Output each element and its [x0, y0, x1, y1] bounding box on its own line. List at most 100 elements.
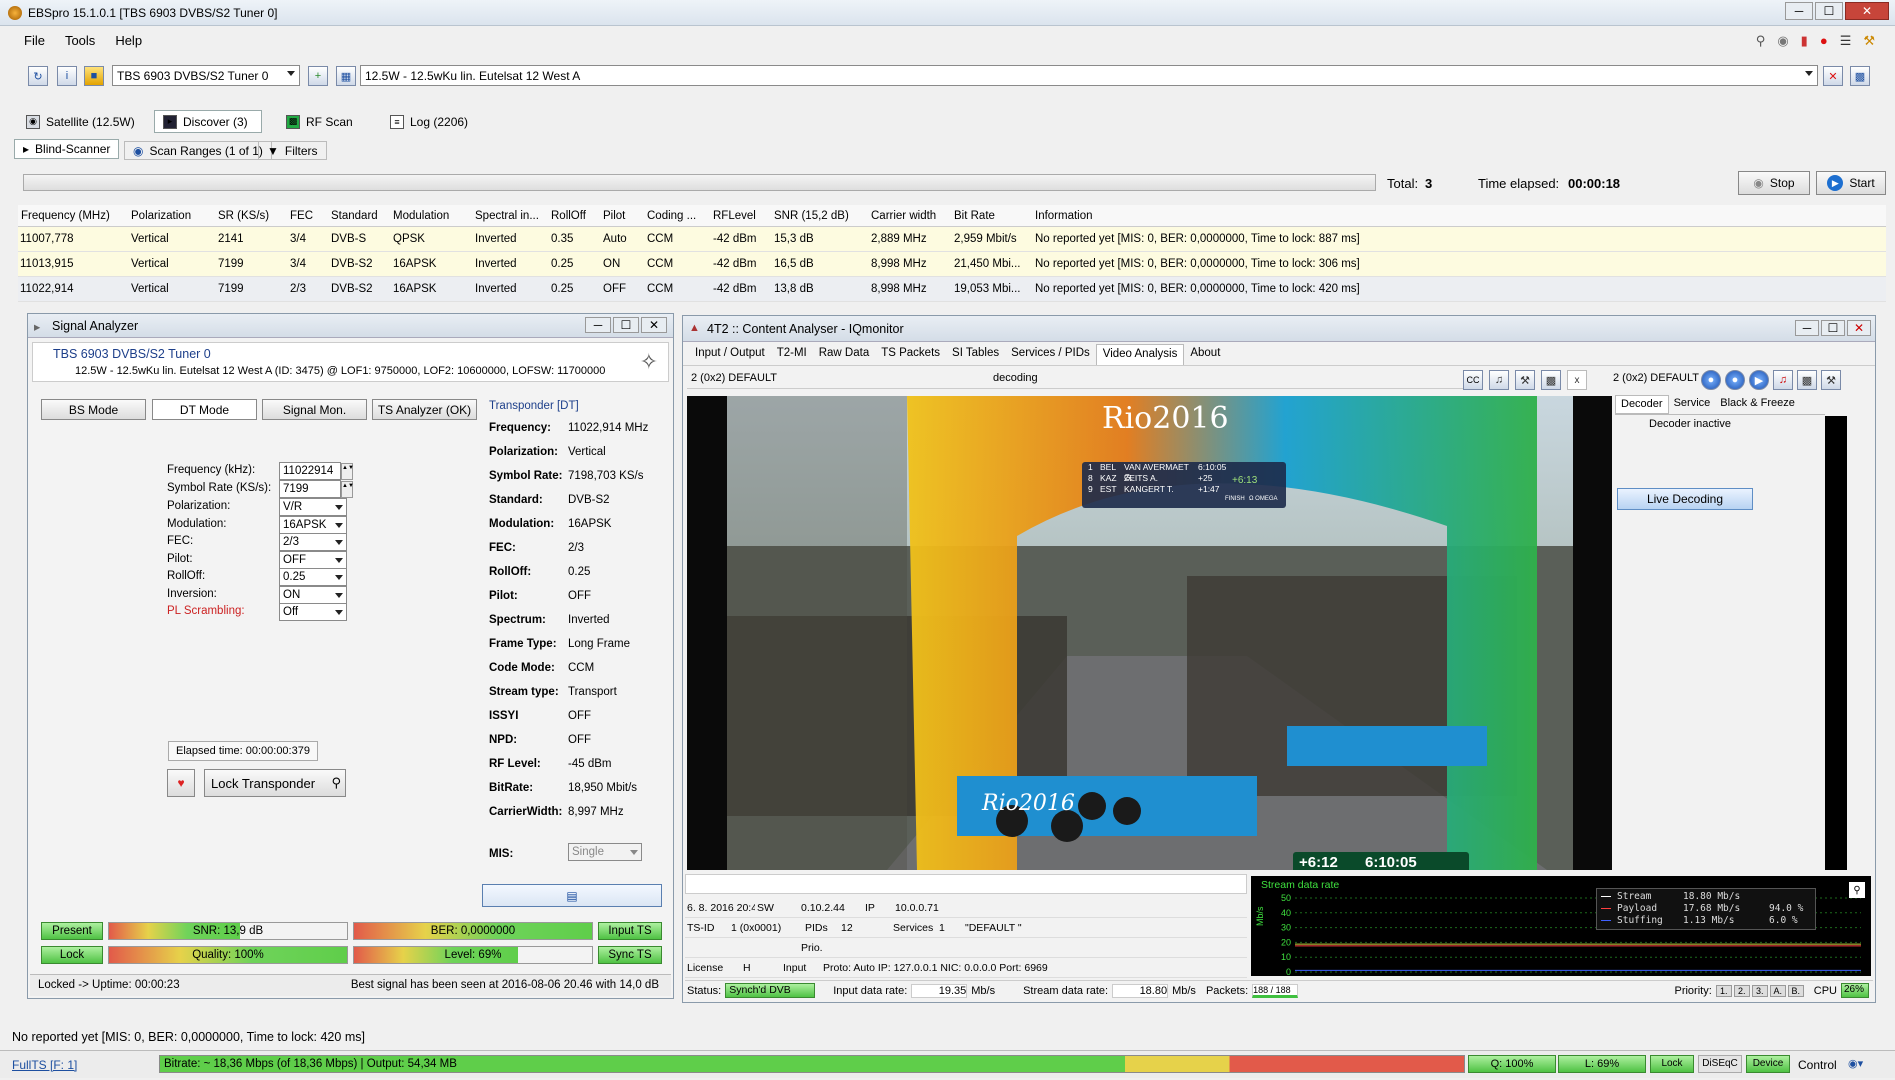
- priority-button[interactable]: 2.: [1733, 984, 1750, 997]
- close-button[interactable]: ✕: [1845, 2, 1889, 20]
- chart-icon[interactable]: ▮: [1801, 33, 1808, 49]
- save-icon[interactable]: ▩: [1850, 66, 1870, 86]
- lock-transponder-button[interactable]: Lock Transponder ⚲: [204, 769, 346, 797]
- heart-icon[interactable]: ♥: [167, 769, 195, 797]
- analyzer-maximize-button[interactable]: ☐: [613, 317, 639, 333]
- col-rolloff[interactable]: RollOff: [548, 210, 600, 222]
- iq-menu-item[interactable]: TS Packets: [875, 344, 946, 365]
- globe2-icon[interactable]: ●: [1725, 370, 1745, 390]
- form-field[interactable]: 2/3: [279, 533, 347, 551]
- bs-mode-button[interactable]: BS Mode: [41, 399, 146, 420]
- settings2-icon[interactable]: ⚒: [1821, 370, 1841, 390]
- fullts-link[interactable]: FullTS [F: 1]: [12, 1058, 77, 1072]
- spinner-icon[interactable]: ▲▼: [341, 463, 354, 480]
- iq-menu-item[interactable]: SI Tables: [946, 344, 1005, 365]
- analyzer-extra-button[interactable]: ▤: [482, 884, 662, 907]
- iq-menu-item[interactable]: Video Analysis: [1095, 344, 1185, 365]
- col-coding[interactable]: Coding ...: [644, 210, 710, 222]
- form-field[interactable]: V/R: [279, 498, 347, 516]
- col-standard[interactable]: Standard: [328, 210, 390, 222]
- add-icon[interactable]: +: [308, 66, 328, 86]
- analyzer-minimize-button[interactable]: ─: [585, 317, 611, 333]
- satellite-settings-icon[interactable]: ▦: [336, 66, 356, 86]
- col-frequency[interactable]: Frequency (MHz): [18, 210, 128, 222]
- screen2-icon[interactable]: ▩: [1797, 370, 1817, 390]
- priority-button[interactable]: B.: [1787, 984, 1804, 997]
- record-icon[interactable]: ●: [1820, 33, 1828, 49]
- minimize-button[interactable]: ─: [1785, 2, 1813, 20]
- settings-icon[interactable]: ⚒: [1515, 370, 1535, 390]
- table-row[interactable]: 11013,915 Vertical 7199 3/4 DVB-S2 16APSK Inve…: [18, 252, 1886, 277]
- priority-button[interactable]: A.: [1769, 984, 1786, 997]
- form-field[interactable]: 0.25: [279, 568, 347, 586]
- iq-menu-item[interactable]: T2-MI: [771, 344, 813, 365]
- lock-icon[interactable]: ■: [84, 66, 104, 86]
- control-dropdown-icon[interactable]: ◉▾: [1848, 1057, 1863, 1070]
- priority-button[interactable]: 1.: [1715, 984, 1732, 997]
- col-polarization[interactable]: Polarization: [128, 210, 215, 222]
- col-carrier-width[interactable]: Carrier width: [868, 210, 951, 222]
- spinner-icon[interactable]: ▲▼: [341, 480, 354, 498]
- list-icon[interactable]: ☰: [1840, 33, 1852, 49]
- satellite-select[interactable]: 12.5W - 12.5wKu lin. Eutelsat 12 West A: [360, 65, 1818, 86]
- tab-decoder[interactable]: Decoder: [1615, 395, 1669, 414]
- form-field[interactable]: OFF: [279, 550, 347, 569]
- maximize-button[interactable]: ☐: [1815, 2, 1843, 20]
- form-field[interactable]: Off: [279, 603, 347, 621]
- menu-help[interactable]: Help: [105, 30, 152, 52]
- menu-tools[interactable]: Tools: [55, 30, 105, 52]
- speaker-icon[interactable]: ♫: [1489, 370, 1509, 390]
- tab-rf-scan[interactable]: ▩ RF Scan: [278, 110, 361, 133]
- live-decoding-button[interactable]: Live Decoding: [1617, 488, 1753, 510]
- col-rflevel[interactable]: RFLevel: [710, 210, 771, 222]
- stop-button[interactable]: ◉ Stop: [1738, 171, 1810, 195]
- tab-black-freeze[interactable]: Black & Freeze: [1715, 395, 1800, 414]
- zoom-icon[interactable]: ⚲: [1849, 882, 1865, 898]
- col-modulation[interactable]: Modulation: [390, 210, 472, 222]
- x-icon[interactable]: x: [1567, 370, 1587, 390]
- tab-filters[interactable]: ▼ Filters: [258, 141, 327, 160]
- iq-close-button[interactable]: ✕: [1847, 320, 1871, 336]
- ts-analyzer-button[interactable]: TS Analyzer (OK): [372, 399, 477, 420]
- iq-minimize-button[interactable]: ─: [1795, 320, 1819, 336]
- globe-icon[interactable]: ●: [1701, 370, 1721, 390]
- col-bitrate[interactable]: Bit Rate: [951, 210, 1032, 222]
- info-icon[interactable]: i: [57, 66, 77, 86]
- tab-log[interactable]: ≡ Log (2206): [382, 110, 476, 133]
- dish-icon[interactable]: ◉: [1777, 33, 1788, 49]
- start-button[interactable]: ▶ Start: [1816, 171, 1886, 195]
- screen-icon[interactable]: ▩: [1541, 370, 1561, 390]
- mute-icon[interactable]: ♫: [1773, 370, 1793, 390]
- cc-icon[interactable]: CC: [1463, 370, 1483, 390]
- table-row[interactable]: 11022,914 Vertical 7199 2/3 DVB-S2 16APSK Inve…: [18, 277, 1886, 302]
- control-label[interactable]: Control: [1798, 1058, 1837, 1072]
- col-snr[interactable]: SNR (15,2 dB): [771, 210, 868, 222]
- col-information[interactable]: Information: [1032, 210, 1532, 222]
- search-icon[interactable]: ⚲: [1756, 33, 1766, 49]
- dt-mode-button[interactable]: DT Mode: [152, 399, 257, 420]
- menu-file[interactable]: File: [14, 30, 55, 52]
- col-spectral[interactable]: Spectral in...: [472, 210, 548, 222]
- table-row[interactable]: 11007,778 Vertical 2141 3/4 DVB-S QPSK Inverte…: [18, 227, 1886, 252]
- refresh-icon[interactable]: ↻: [28, 66, 48, 86]
- col-pilot[interactable]: Pilot: [600, 210, 644, 222]
- mis-select[interactable]: Single: [568, 843, 642, 861]
- iq-maximize-button[interactable]: ☐: [1821, 320, 1845, 336]
- iq-menu-item[interactable]: Services / PIDs: [1005, 344, 1096, 365]
- form-field[interactable]: 16APSK: [279, 515, 347, 534]
- priority-button[interactable]: 3.: [1751, 984, 1768, 997]
- signal-mon-button[interactable]: Signal Mon.: [262, 399, 367, 420]
- iq-menu-item[interactable]: About: [1184, 344, 1226, 365]
- iq-menu-item[interactable]: Input / Output: [689, 344, 771, 365]
- form-field[interactable]: 7199 ▲▼: [279, 479, 354, 498]
- tab-scan-ranges[interactable]: ◉ Scan Ranges (1 of 1): [124, 141, 272, 160]
- col-fec[interactable]: FEC: [287, 210, 328, 222]
- tuner-select[interactable]: TBS 6903 DVBS/S2 Tuner 0: [112, 65, 300, 86]
- play-circle-icon[interactable]: ▶: [1749, 370, 1769, 390]
- tools-icon[interactable]: ⚒: [1863, 33, 1875, 49]
- tab-satellite[interactable]: ◉ Satellite (12.5W): [18, 110, 143, 133]
- form-field[interactable]: ON: [279, 585, 347, 604]
- tab-discover[interactable]: ▸ Discover (3): [154, 110, 262, 133]
- delete-icon[interactable]: ✕: [1823, 66, 1843, 86]
- tab-blind-scanner[interactable]: ▸ Blind-Scanner: [14, 139, 120, 159]
